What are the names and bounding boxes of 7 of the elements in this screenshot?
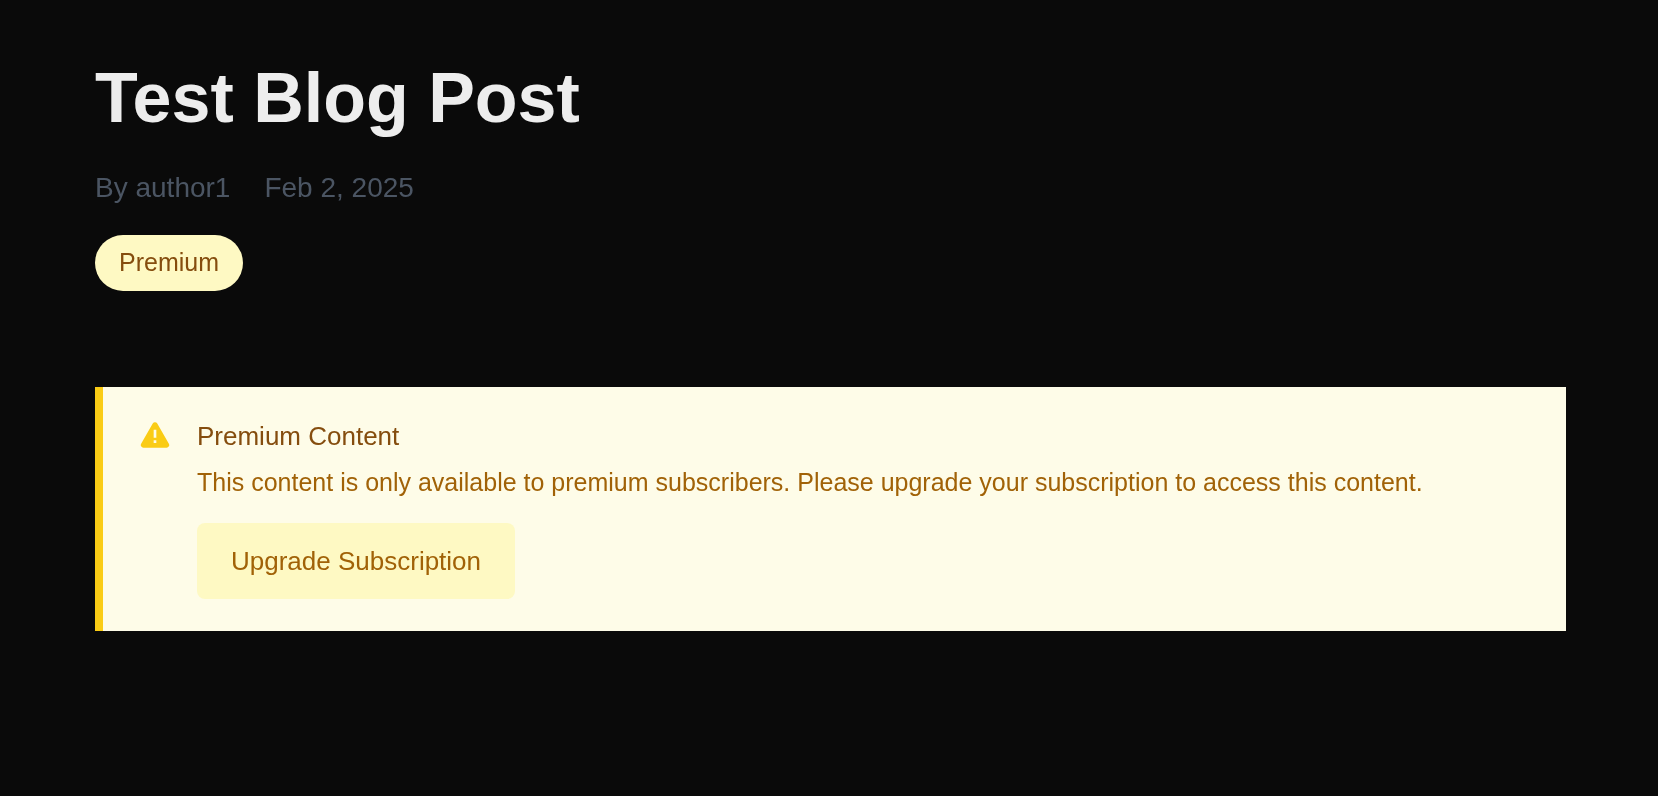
notice-message: This content is only available to premium subscribers. Please upgrade your subscription to access this content. <box>197 466 1423 498</box>
notice-title: Premium Content <box>197 420 401 452</box>
post-date: Feb 2, 2025 <box>264 170 414 205</box>
post-author: By author1 <box>95 170 231 205</box>
post-title: Test Blog Post <box>95 58 581 139</box>
premium-badge: Premium <box>95 234 243 291</box>
upgrade-button[interactable]: Upgrade Subscription <box>197 523 516 600</box>
